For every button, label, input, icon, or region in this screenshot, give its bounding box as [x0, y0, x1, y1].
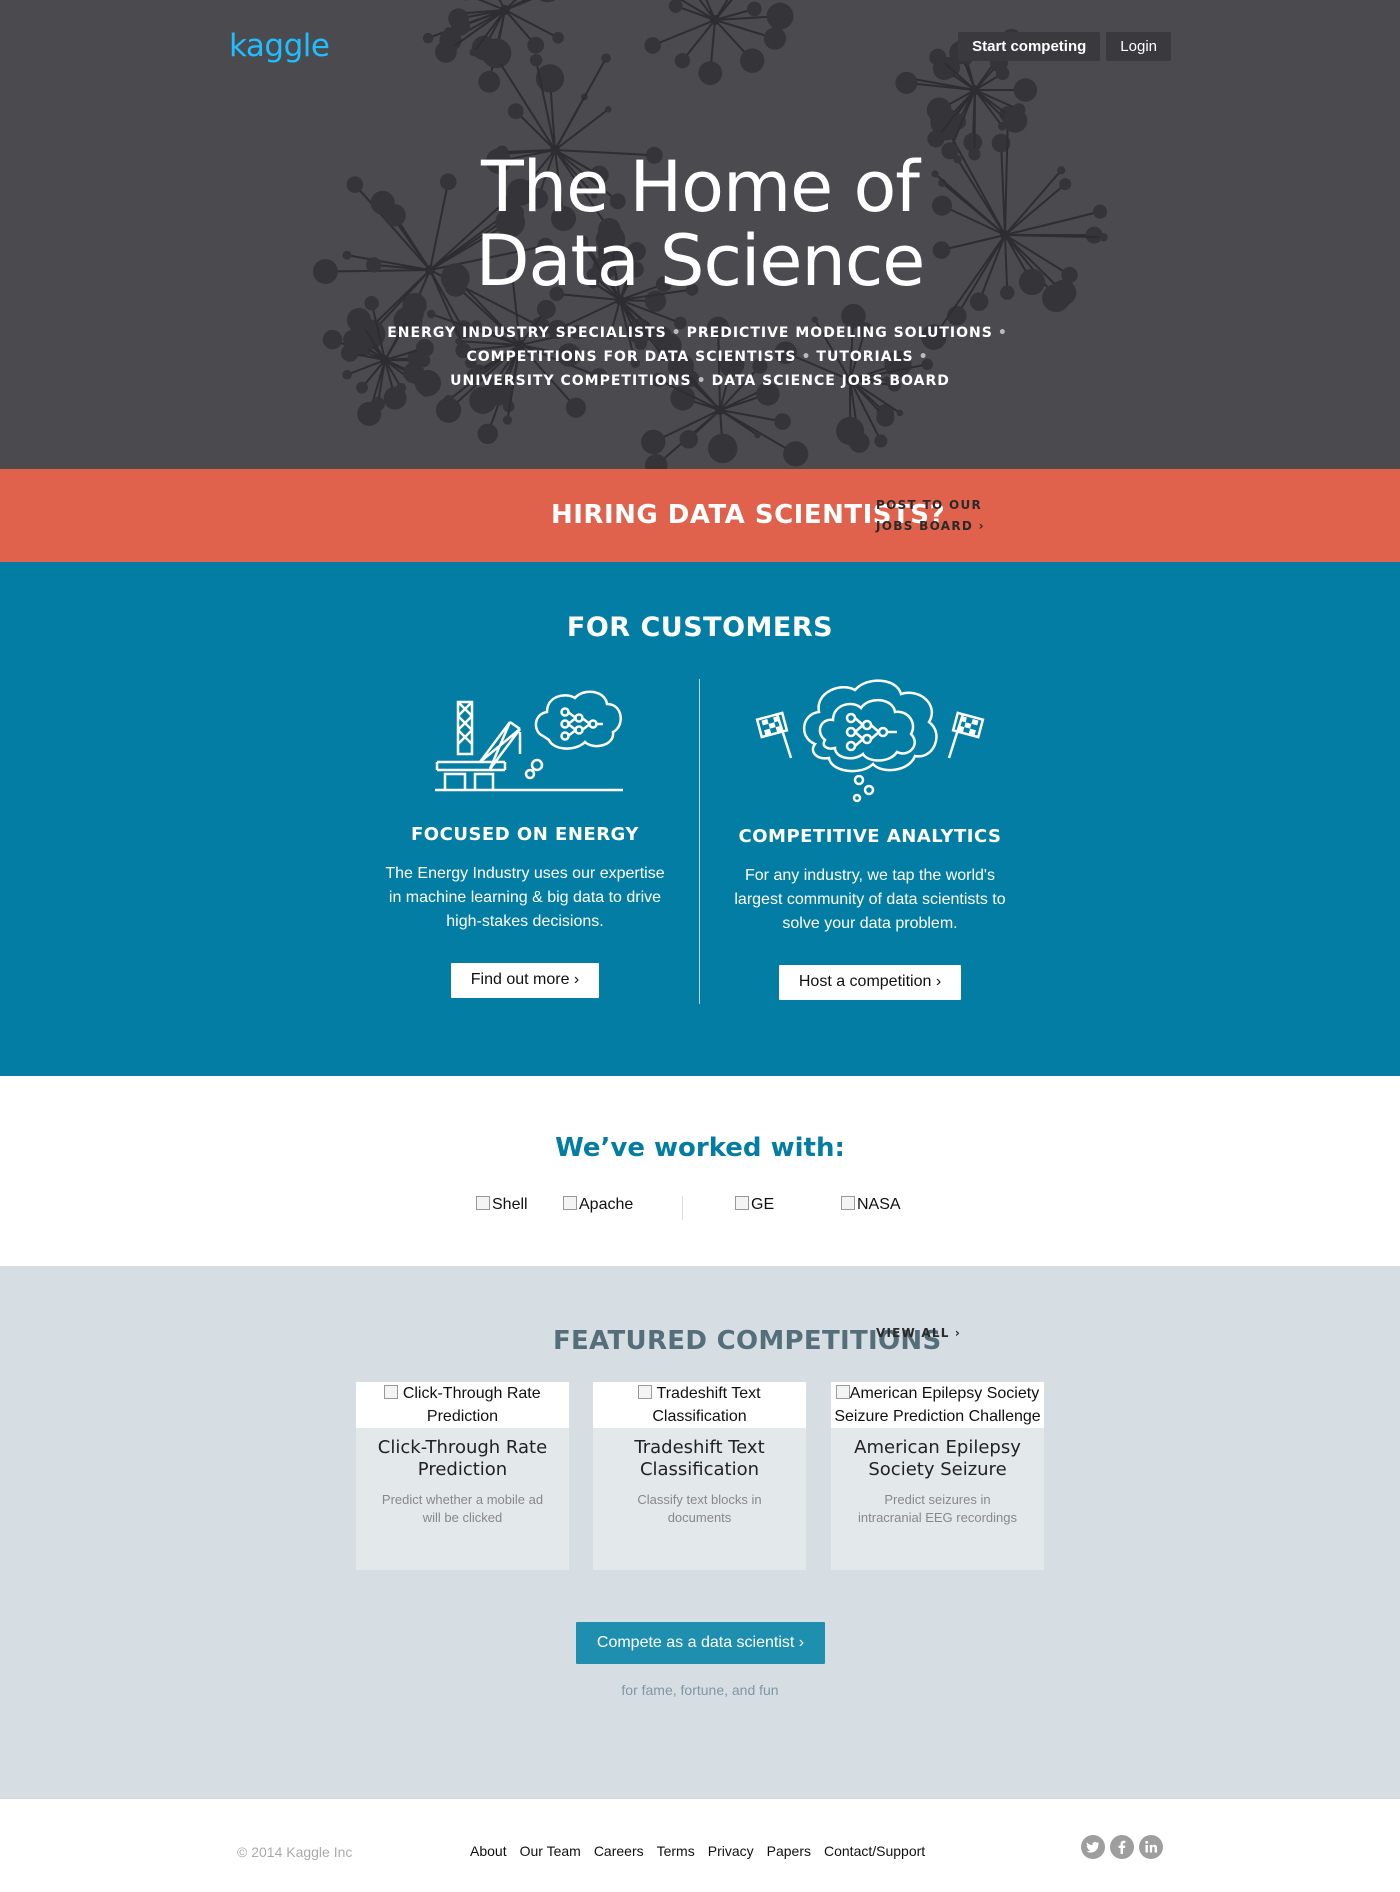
nasa-logo-alt: NASA [857, 1196, 901, 1213]
ge-logo: GE [735, 1196, 774, 1214]
footer-links: About Our Team Careers Terms Privacy Pap… [470, 1843, 925, 1859]
worked-with-heading: We’ve worked with: [555, 1133, 845, 1163]
competition-image[interactable]: American Epilepsy Society Seizure Predic… [831, 1382, 1044, 1428]
hero-title: The Home of Data Science [0, 150, 1400, 298]
copyright: © 2014 Kaggle Inc [237, 1844, 353, 1860]
competition-title[interactable]: Tradeshift Text Classification [593, 1437, 806, 1481]
analytics-text: For any industry, we tap the world's lar… [734, 867, 1006, 932]
social-links [1081, 1835, 1163, 1859]
competition-image-alt: Click-Through Rate Prediction [402, 1385, 541, 1425]
energy-column: FOCUSED ON ENERGY The Energy Industry us… [370, 674, 680, 998]
broken-image-icon [638, 1385, 653, 1399]
kaggle-logo[interactable]: kaggle [229, 28, 330, 64]
logo-divider [682, 1196, 683, 1220]
twitter-icon[interactable] [1081, 1835, 1105, 1859]
footer-link-papers[interactable]: Papers [767, 1843, 811, 1859]
jobs-link-line2: JOBS BOARD › [876, 519, 985, 533]
nasa-logo: NASA [841, 1196, 901, 1214]
competition-description: Predict whether a mobile ad will be clic… [381, 1492, 544, 1525]
footer-link-about[interactable]: About [470, 1843, 507, 1859]
worked-with-section: We’ve worked with: Shell Apache GE NASA [0, 1076, 1400, 1266]
competition-image-alt: Tradeshift Text Classification [652, 1385, 761, 1425]
service-university[interactable]: UNIVERSITY COMPETITIONS [450, 373, 691, 389]
jobs-link-line1: POST TO OUR [876, 498, 983, 512]
services-line-1: ENERGY INDUSTRY SPECIALISTS • PREDICTIVE M… [0, 321, 1400, 345]
broken-image-icon [735, 1196, 749, 1210]
view-all-link[interactable]: VIEW ALL › [876, 1326, 961, 1340]
competition-card[interactable]: Click-Through Rate Prediction Click-Thro… [356, 1382, 569, 1570]
services-line-3: UNIVERSITY COMPETITIONS • DATA SCIENCE JOB… [0, 369, 1400, 393]
login-button[interactable]: Login [1106, 32, 1171, 61]
footer: © 2014 Kaggle Inc About Our Team Careers… [0, 1798, 1400, 1892]
footer-link-terms[interactable]: Terms [657, 1843, 695, 1859]
shell-logo-alt: Shell [492, 1196, 528, 1213]
customers-heading: FOR CUSTOMERS [566, 612, 834, 643]
shell-logo: Shell [476, 1196, 528, 1214]
services-line-2: COMPETITIONS FOR DATA SCIENTISTS • TUTORIA… [0, 345, 1400, 369]
competition-title[interactable]: American Epilepsy Society Seizure [831, 1437, 1044, 1481]
footer-link-careers[interactable]: Careers [594, 1843, 644, 1859]
service-competitions[interactable]: COMPETITIONS FOR DATA SCIENTISTS [466, 349, 796, 365]
brain-flags-icon [755, 679, 985, 803]
analytics-title: COMPETITIVE ANALYTICS [738, 826, 1002, 847]
competition-title[interactable]: Click-Through Rate Prediction [356, 1437, 569, 1481]
service-jobs-board[interactable]: DATA SCIENCE JOBS BOARD [712, 373, 950, 389]
competition-image[interactable]: Tradeshift Text Classification [593, 1382, 806, 1428]
top-actions: Start competing Login [958, 32, 1171, 61]
client-logos: Shell Apache GE NASA [0, 1196, 1400, 1220]
competition-description: Predict seizures in intracranial EEG rec… [858, 1492, 1017, 1525]
facebook-icon[interactable] [1110, 1835, 1134, 1859]
broken-image-icon [835, 1385, 850, 1399]
hiring-banner: HIRING DATA SCIENTISTS? POST TO OUR JOBS… [0, 469, 1400, 562]
broken-image-icon [563, 1196, 577, 1210]
competition-card[interactable]: American Epilepsy Society Seizure Predic… [831, 1382, 1044, 1570]
jobs-board-link[interactable]: POST TO OUR JOBS BOARD › [876, 495, 985, 537]
service-tutorials[interactable]: TUTORIALS [816, 349, 913, 365]
footer-link-contact[interactable]: Contact/Support [824, 1843, 925, 1859]
footer-link-privacy[interactable]: Privacy [708, 1843, 754, 1859]
hero-title-line2: Data Science [475, 220, 926, 302]
top-bar: kaggle Start competing Login [229, 28, 1171, 64]
apache-logo: Apache [563, 1196, 633, 1214]
featured-competitions-section: FEATURED COMPETITIONS VIEW ALL › Click-T… [0, 1266, 1400, 1798]
hero-title-line1: The Home of [481, 146, 920, 228]
compete-button[interactable]: Compete as a data scientist › [576, 1622, 825, 1664]
bullet: • [801, 349, 812, 365]
bullet: • [918, 349, 929, 365]
compete-tagline: for fame, fortune, and fun [621, 1682, 779, 1698]
find-out-more-button[interactable]: Find out more › [450, 963, 600, 998]
broken-image-icon [476, 1196, 490, 1210]
ge-logo-alt: GE [751, 1196, 775, 1213]
competition-image[interactable]: Click-Through Rate Prediction [356, 1382, 569, 1428]
energy-title: FOCUSED ON ENERGY [411, 824, 639, 845]
energy-text: The Energy Industry uses our expertise i… [385, 865, 665, 930]
competition-card[interactable]: Tradeshift Text Classification Tradeshif… [593, 1382, 806, 1570]
broken-image-icon [384, 1385, 399, 1399]
footer-link-our-team[interactable]: Our Team [520, 1843, 581, 1859]
hero-services-list: ENERGY INDUSTRY SPECIALISTS • PREDICTIVE M… [0, 321, 1400, 393]
linkedin-icon[interactable] [1139, 1835, 1163, 1859]
customers-section: FOR CUSTOMERS FOCUSED ON ENERGY The Ener… [0, 562, 1400, 1076]
competition-description: Classify text blocks in documents [637, 1492, 762, 1525]
hero-section: kaggle Start competing Login The Home of… [0, 0, 1400, 469]
service-energy[interactable]: ENERGY INDUSTRY SPECIALISTS [387, 325, 666, 341]
column-divider [699, 679, 700, 1004]
broken-image-icon [841, 1196, 855, 1210]
oil-rig-brain-icon [435, 690, 623, 792]
competition-image-alt: American Epilepsy Society Seizure Predic… [834, 1385, 1041, 1425]
service-predictive[interactable]: PREDICTIVE MODELING SOLUTIONS [687, 325, 993, 341]
bullet: • [696, 373, 707, 389]
host-competition-button[interactable]: Host a competition › [778, 965, 962, 1000]
bullet: • [671, 325, 682, 341]
bullet: • [997, 325, 1008, 341]
analytics-column: COMPETITIVE ANALYTICS For any industry, … [715, 674, 1025, 1000]
start-competing-button[interactable]: Start competing [958, 32, 1101, 61]
apache-logo-alt: Apache [579, 1196, 634, 1213]
